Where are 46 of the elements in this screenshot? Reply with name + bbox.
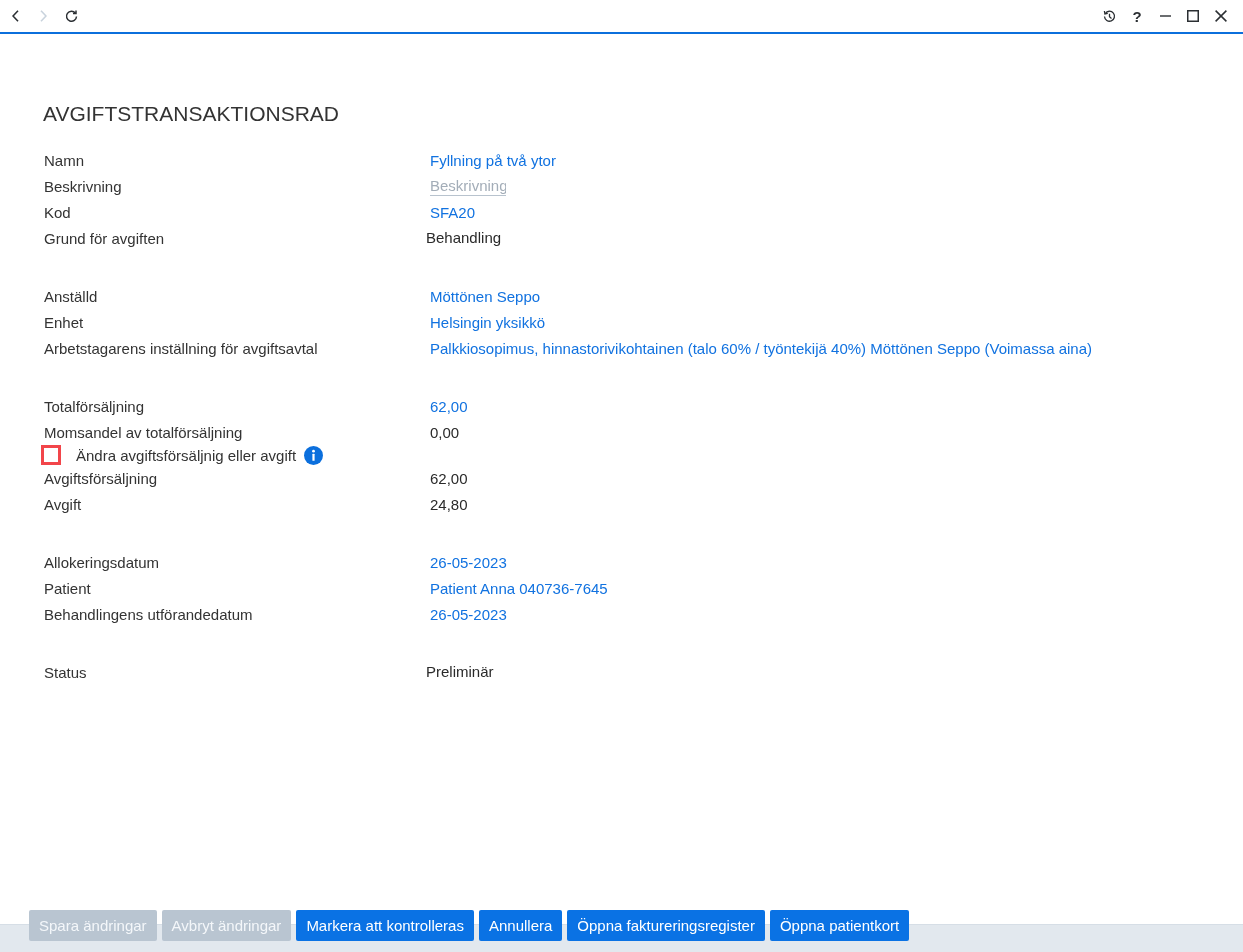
value-link[interactable]: 26-05-2023 (430, 553, 507, 571)
field-label: Status (44, 663, 87, 681)
field-value: 24,80 (430, 495, 468, 513)
info-icon[interactable] (304, 445, 324, 465)
field-label: Avgiftsförsäljning (44, 469, 158, 487)
minimize-icon (1159, 15, 1171, 17)
action-button[interactable]: Öppna faktureringsregister (567, 910, 765, 941)
page-title: AVGIFTSTRANSAKTIONSRAD (43, 101, 339, 127)
chevron-right-icon (39, 10, 47, 22)
close-icon (1215, 10, 1227, 22)
action-button[interactable]: Annullera (478, 910, 563, 941)
field-label: Grund för avgiften (44, 229, 165, 247)
value-link[interactable]: 26-05-2023 (430, 605, 507, 623)
field-label: Beskrivning (44, 177, 122, 195)
checkbox[interactable] (41, 445, 61, 465)
checkbox-label: Ändra avgiftsförsäljnig eller avgift (76, 446, 297, 464)
refresh-icon (64, 9, 78, 23)
field-label: Allokeringsdatum (44, 553, 160, 571)
field-value: 62,00 (430, 469, 468, 487)
maximize-icon (1187, 10, 1199, 22)
value-link[interactable]: Patient Anna 040736-7645 (430, 579, 608, 597)
field-label: Kod (44, 203, 71, 221)
value-link[interactable]: Möttönen Seppo (430, 287, 541, 305)
action-button[interactable]: Markera att kontrolleras (296, 910, 474, 941)
help-button[interactable]: ? (1123, 2, 1151, 30)
field-label: Anställd (44, 287, 98, 305)
field-label: Enhet (44, 313, 84, 331)
field-label: Namn (44, 151, 84, 169)
value-link[interactable]: SFA20 (430, 203, 476, 221)
action-button[interactable]: Öppna patientkort (769, 910, 910, 941)
field-label: Behandlingens utförandedatum (44, 605, 253, 623)
value-link[interactable]: Helsingin yksikkö (430, 313, 546, 331)
value-link[interactable]: Palkkiosopimus, hinnastorivikohtainen (talo 60% / työntekijä 40%) Möttönen Seppo (Voimassa aina) (430, 339, 1093, 357)
field-label: Arbetstagarens inställning för avgiftsavtal (44, 339, 318, 357)
field-value: Behandling (426, 228, 502, 246)
description-field[interactable]: Beskrivning (430, 176, 506, 196)
chevron-left-icon (11, 10, 19, 22)
value-link[interactable]: 62,00 (430, 397, 468, 415)
field-value: Preliminär (426, 662, 494, 680)
field-label: Momsandel av totalförsäljning (44, 423, 243, 441)
value-link[interactable]: Fyllning på två ytor (430, 151, 556, 169)
field-label: Totalförsäljning (44, 397, 145, 415)
field-label: Patient (44, 579, 91, 597)
history-icon (1102, 9, 1116, 23)
field-value: 0,00 (430, 423, 460, 441)
field-label: Avgift (44, 495, 82, 513)
